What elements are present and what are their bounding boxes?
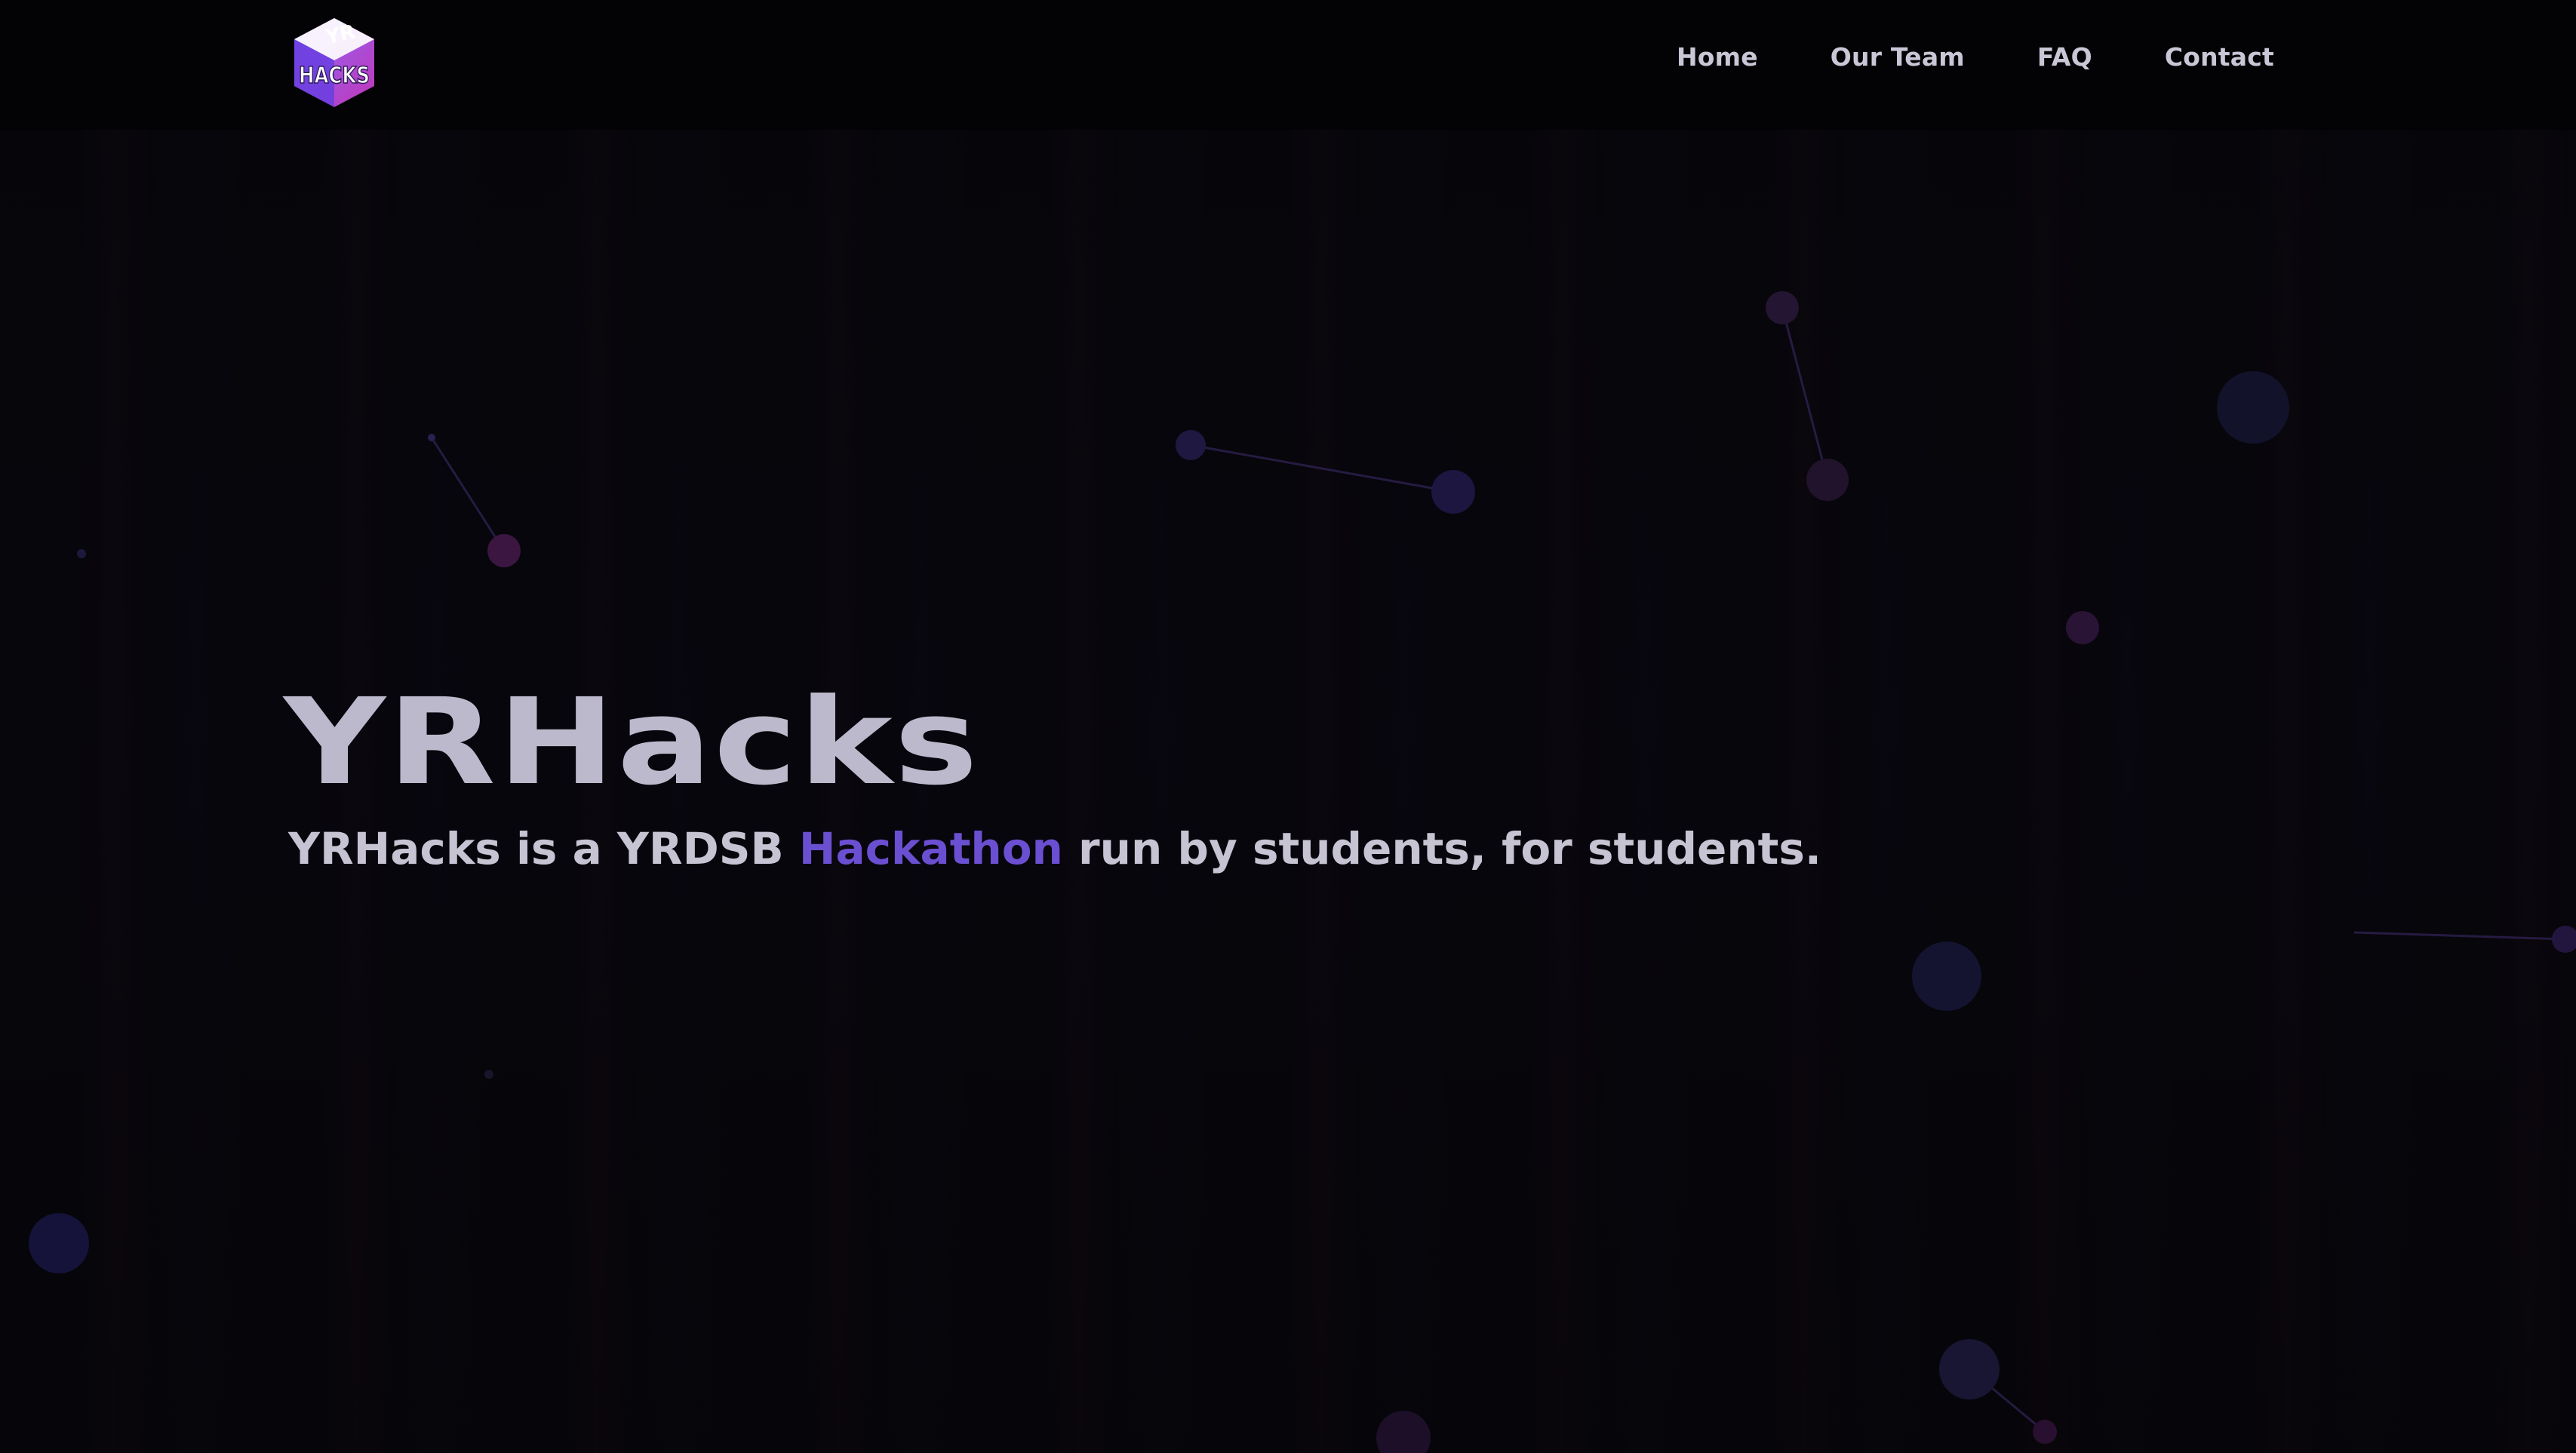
navbar: YR HACKS Home Our Team FAQ Contact [0,0,2576,130]
hero-subtitle-start: YRHacks is a YRDSB [288,823,799,874]
logo-text-hacks: HACKS [299,63,370,89]
particle-dot [1806,459,1849,501]
particle-link [1190,444,1454,493]
particle-dot [1939,1339,2000,1399]
nav-faq-link[interactable]: FAQ [2037,42,2092,72]
particle-dot [2217,371,2289,444]
particle-dot [77,549,86,558]
hero-subtitle: YRHacks is a YRDSB Hackathon run by stud… [288,825,1821,874]
hero-subtitle-end: run by students, for students. [1062,823,1821,874]
particle-dot [1766,291,1799,324]
particle-dot [487,534,521,567]
nav-contact-link[interactable]: Contact [2165,42,2274,72]
particle-dot [2033,1420,2057,1444]
nav-links: Home Our Team FAQ Contact [1677,42,2274,72]
nav-our-team-link[interactable]: Our Team [1831,42,1965,72]
yrhacks-logo-icon[interactable]: YR HACKS [290,15,379,109]
particle-link [1781,307,1829,481]
particle-dot [1912,942,1981,1011]
hero-subtitle-accent: Hackathon [798,823,1063,874]
particle-dot [2066,611,2099,644]
particle-dot [484,1070,493,1079]
particle-dot [2552,926,2576,953]
particle-dot [1376,1411,1431,1453]
particle-link [2353,931,2566,941]
hero-title: YRHacks [284,673,980,812]
nav-home-link[interactable]: Home [1677,42,1758,72]
particle-dot [29,1213,89,1273]
particle-dot [1431,470,1475,514]
page: YR HACKS Home Our Team FAQ Contact YRHac… [0,0,2576,1453]
particle-link [430,437,506,551]
particle-dot [428,434,435,441]
particle-dot [1176,430,1206,460]
